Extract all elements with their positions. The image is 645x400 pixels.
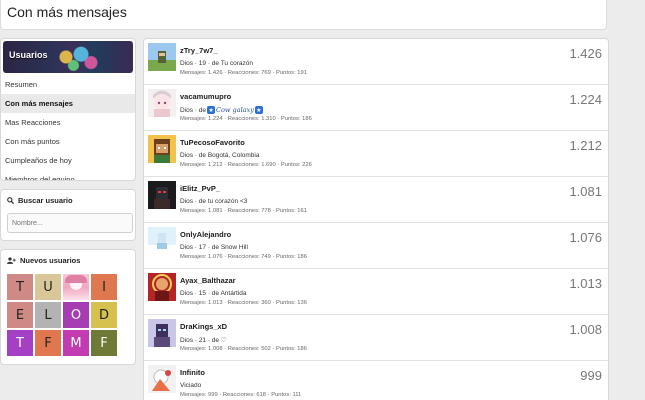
member-name-link[interactable]: OnlyAlejandro	[180, 230, 231, 239]
member-avatar[interactable]	[148, 135, 176, 163]
sidebar-nav-item[interactable]: Mas Reacciones	[1, 113, 135, 132]
member-row: vacamumupro Dios · de ★ Cow galaxy ★ Mensaje…	[144, 85, 608, 131]
member-stats: Mensajes: 1.212 · Reacciones: 1.690 · Pu…	[180, 162, 312, 168]
member-name-link[interactable]: TuPecosoFavorito	[180, 138, 245, 147]
member-name-link[interactable]: Infinito	[180, 368, 205, 377]
new-users-block: Nuevos usuarios TUIELODTFMF	[0, 249, 136, 365]
member-list: zTry_7w7_ Dios · 19 · de Tu corazón Mensaj…	[143, 38, 609, 400]
member-avatar[interactable]	[148, 319, 176, 347]
new-user-avatar[interactable]: F	[35, 330, 61, 356]
message-count: 1.008	[569, 322, 602, 337]
new-user-avatar[interactable]: U	[35, 274, 61, 300]
member-user-title: Viciado	[180, 382, 202, 389]
member-row: Ayax_Balthazar Dios · 15 · de Antártida Me…	[144, 269, 608, 315]
member-avatar[interactable]	[148, 273, 176, 301]
star-icon: ★	[207, 106, 216, 114]
banner-artwork	[51, 43, 101, 71]
banner-label: Usuarios	[9, 50, 48, 60]
member-avatar[interactable]	[148, 181, 176, 209]
member-stats: Mensajes: 1.008 · Reacciones: 502 · Punt…	[180, 346, 307, 352]
member-stats: Mensajes: 1.426 · Reacciones: 769 · Punt…	[180, 70, 307, 76]
new-user-avatar[interactable]: I	[91, 274, 117, 300]
member-stats: Mensajes: 1.013 · Reacciones: 360 · Punt…	[180, 300, 307, 306]
page-header: Con más mensajes	[0, 0, 607, 30]
member-user-title: Dios · 15 · de Antártida	[180, 290, 247, 297]
member-avatar[interactable]	[148, 365, 176, 393]
member-row: DraKings_xD Dios · 21 · de ♡ Mensajes: 1.0…	[144, 315, 608, 361]
member-avatar[interactable]	[148, 227, 176, 255]
message-count: 1.224	[569, 92, 602, 107]
member-avatar[interactable]	[148, 43, 176, 71]
new-user-avatar[interactable]: F	[91, 330, 117, 356]
new-user-avatar[interactable]: O	[63, 302, 89, 328]
member-name-link[interactable]: DraKings_xD	[180, 322, 227, 331]
member-stats: Mensajes: 1.076 · Reacciones: 749 · Punt…	[180, 254, 307, 260]
message-count: 1.426	[569, 46, 602, 61]
message-count: 1.081	[569, 184, 602, 199]
new-user-avatar[interactable]: T	[7, 274, 33, 300]
search-block-header: Buscar usuario	[7, 196, 129, 205]
sidebar: Usuarios Resumen Con más mensajes Mas Reac…	[0, 38, 136, 373]
new-user-avatar-image[interactable]	[63, 274, 89, 300]
member-user-title: Dios · de Bogotá, Colombia	[180, 152, 260, 159]
member-row: zTry_7w7_ Dios · 19 · de Tu corazón Mensaj…	[144, 39, 608, 85]
member-row: Infinito Viciado Mensajes: 999 · Reaccione…	[144, 361, 608, 400]
member-name-link[interactable]: zTry_7w7_	[180, 46, 218, 55]
new-users-title: Nuevos usuarios	[20, 256, 81, 265]
message-count: 1.076	[569, 230, 602, 245]
member-user-title: Dios · 21 · de ♡	[180, 337, 227, 344]
member-title-fancy: Cow galaxy	[216, 106, 254, 114]
new-users-header: Nuevos usuarios	[7, 256, 129, 265]
new-user-avatar[interactable]: D	[91, 302, 117, 328]
member-name-link[interactable]: Ayax_Balthazar	[180, 276, 236, 285]
member-user-title: Dios · de ★ Cow galaxy ★	[180, 106, 264, 114]
sidebar-nav-item[interactable]: Resumen	[1, 75, 135, 94]
message-count: 1.212	[569, 138, 602, 153]
member-name-link[interactable]: iElitz_PvP_	[180, 184, 220, 193]
member-row: iElitz_PvP_ Dios · de tu corazón <3 Mensaj…	[144, 177, 608, 223]
message-count: 999	[580, 368, 602, 383]
member-row: OnlyAlejandro Dios · 17 · de Snow Hill Men…	[144, 223, 608, 269]
member-name-link[interactable]: vacamumupro	[180, 92, 231, 101]
search-block: Buscar usuario	[0, 189, 136, 241]
member-user-title: Dios · de tu corazón <3	[180, 198, 248, 205]
message-count: 1.013	[569, 276, 602, 291]
search-input[interactable]	[7, 213, 133, 233]
users-nav-block: Usuarios Resumen Con más mensajes Mas Reac…	[0, 38, 136, 181]
sidebar-nav-item[interactable]: Cumpleaños de hoy	[1, 151, 135, 170]
users-banner[interactable]: Usuarios	[3, 41, 133, 73]
sidebar-nav-item[interactable]: Miembros del equipo	[1, 170, 135, 180]
new-user-avatar[interactable]: E	[7, 302, 33, 328]
member-stats: Mensajes: 1.081 · Reacciones: 778 · Punt…	[180, 208, 307, 214]
add-user-icon	[7, 257, 16, 264]
member-stats: Mensajes: 1.224 · Reacciones: 1.310 · Pu…	[180, 116, 312, 122]
new-user-avatar[interactable]: L	[35, 302, 61, 328]
new-user-avatar[interactable]: M	[63, 330, 89, 356]
new-user-avatar[interactable]: T	[7, 330, 33, 356]
member-title-prefix: Dios · de	[180, 106, 207, 114]
new-users-grid: TUIELODTFMF	[7, 274, 129, 356]
sidebar-nav-item[interactable]: Con más puntos	[1, 132, 135, 151]
member-user-title: Dios · 19 · de Tu corazón	[180, 60, 253, 67]
member-avatar[interactable]	[148, 89, 176, 117]
member-row: TuPecosoFavorito Dios · de Bogotá, Colomb…	[144, 131, 608, 177]
page-title: Con más mensajes	[7, 4, 127, 20]
search-icon	[7, 197, 14, 204]
page-scroll-area	[614, 38, 645, 400]
member-stats: Mensajes: 999 · Reacciones: 618 · Puntos…	[180, 392, 302, 398]
star-icon: ★	[254, 106, 263, 114]
member-user-title: Dios · 17 · de Snow Hill	[180, 244, 248, 251]
search-block-title: Buscar usuario	[18, 196, 73, 205]
nav-list: Resumen Con más mensajes Mas Reacciones Con…	[1, 75, 135, 180]
sidebar-nav-item[interactable]: Con más mensajes	[1, 94, 135, 113]
